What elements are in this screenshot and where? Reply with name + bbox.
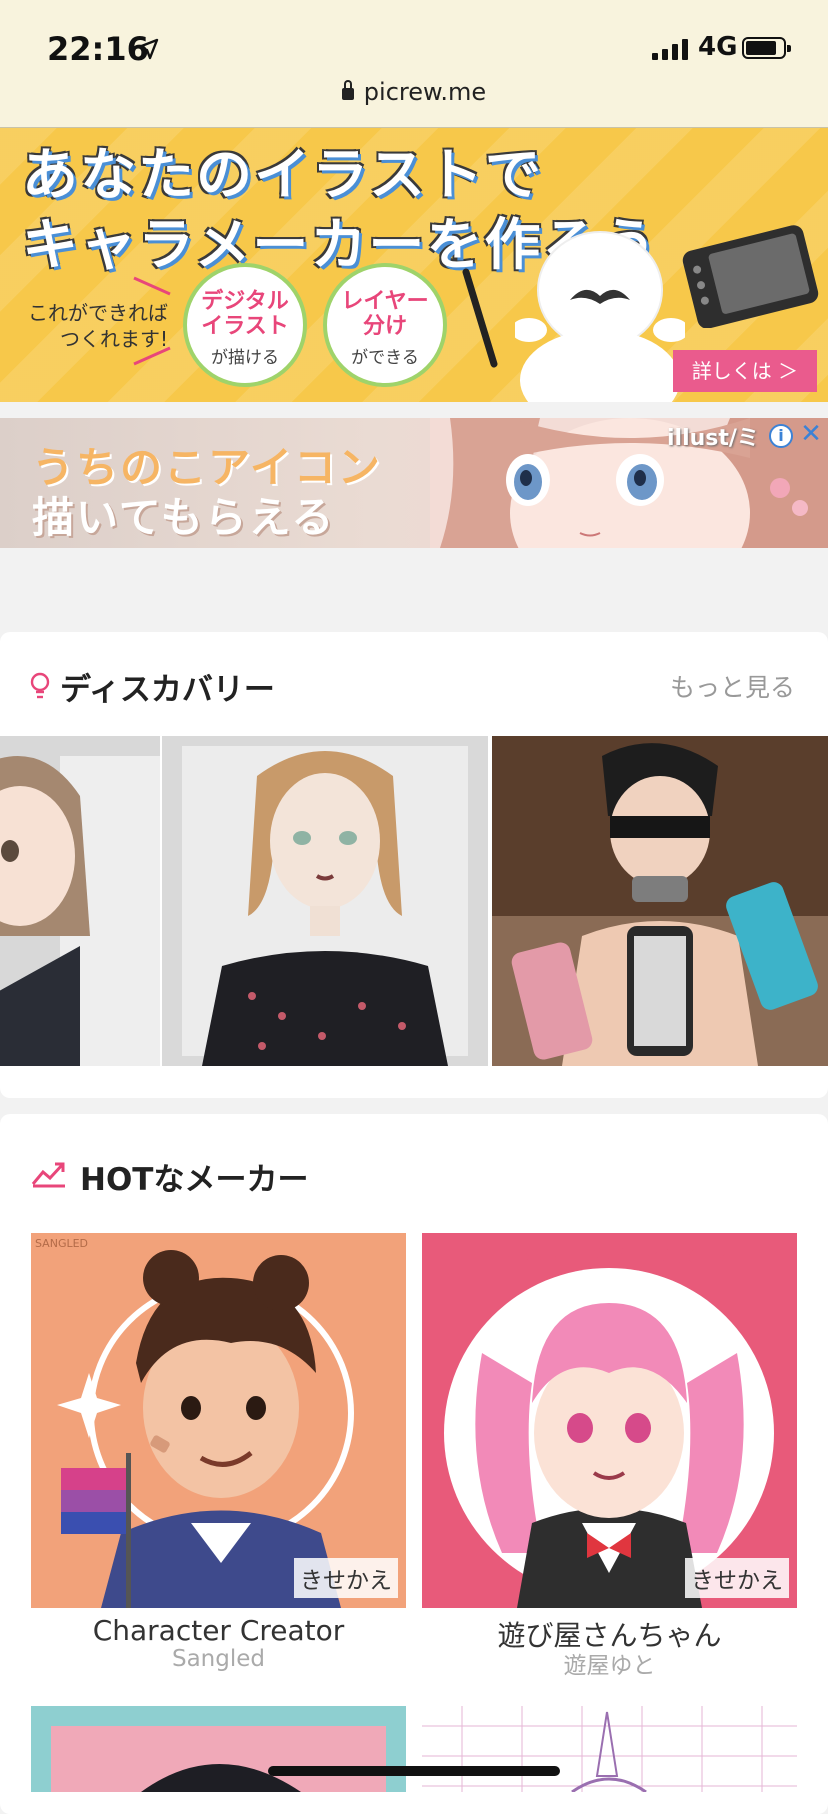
discovery-thumbnail-3[interactable] — [492, 736, 828, 1066]
address-bar[interactable]: picrew.me — [0, 78, 828, 106]
feature-digital-badge: デジタル イラスト が描ける — [183, 263, 307, 387]
browser-top-bar: 22:16 4G picrew.me — [0, 0, 828, 128]
maker-card-4[interactable] — [422, 1706, 797, 1792]
maker-thumbnail: SANGLED — [31, 1233, 406, 1608]
stylus-pen-icon — [462, 268, 498, 368]
home-indicator[interactable] — [268, 1766, 560, 1776]
battery-icon — [742, 37, 791, 59]
art-title-text: FREE ICON MAKER — [502, 1244, 729, 1269]
hot-makers-title: HOTなメーカー — [80, 1162, 309, 1198]
url-text: picrew.me — [363, 78, 487, 106]
discovery-title: ディスカバリー — [60, 672, 275, 708]
trending-chart-icon — [31, 1162, 65, 1188]
feature-layer-label: レイヤー 分け — [341, 289, 429, 339]
discovery-thumbnail-1[interactable] — [0, 736, 160, 1066]
lightbulb-icon — [30, 672, 50, 699]
ad-banner[interactable]: うちのこアイコン 描いてもらえる illust/ミ — [0, 418, 828, 548]
discovery-thumbnail-2[interactable] — [162, 736, 488, 1066]
mascot-illustration — [515, 231, 685, 402]
maker-author[interactable]: 遊屋ゆと — [422, 1646, 797, 1680]
feature-layer-badge: レイヤー 分け ができる — [323, 263, 447, 387]
lock-icon — [341, 80, 354, 100]
promo-banner[interactable]: あなたのイラストで キャラメーカーを作ろう これができれば つくれます! デジタ… — [0, 128, 828, 402]
dress-up-badge: きせかえ — [294, 1558, 398, 1598]
banner-subtext: これができれば つくれます! — [28, 301, 168, 351]
maker-card-1[interactable]: SANGLED きせかえ — [31, 1233, 406, 1608]
maker-thumbnail — [422, 1706, 797, 1792]
network-label: 4G — [698, 32, 738, 62]
ad-info-icon[interactable]: i — [769, 424, 793, 448]
maker-card-2[interactable]: FREE ICON MAKER きせかえ — [422, 1233, 797, 1608]
maker-thumbnail — [31, 1706, 406, 1792]
maker-title[interactable]: Character Creator — [31, 1614, 406, 1647]
status-time: 22:16 — [47, 30, 149, 68]
pen-tablet-icon — [682, 225, 819, 328]
ad-tag: illust/ミ — [667, 426, 759, 451]
dress-up-badge: きせかえ — [685, 1558, 789, 1598]
maker-card-3[interactable] — [31, 1706, 406, 1792]
ad-close-icon[interactable]: ✕ — [797, 420, 825, 448]
ad-headline-2: 描いてもらえる — [32, 493, 336, 542]
maker-thumbnail: FREE ICON MAKER — [422, 1233, 797, 1608]
maker-author[interactable]: Sangled — [31, 1646, 406, 1672]
see-more-link[interactable]: もっと見る — [670, 668, 795, 704]
banner-headline-1: あなたのイラストで — [22, 143, 543, 208]
feature-digital-sub: が描ける — [211, 348, 279, 368]
location-arrow-icon — [137, 38, 159, 60]
signal-icon — [652, 38, 692, 60]
thumbnail-image — [492, 736, 828, 1066]
thumbnail-image — [162, 736, 488, 1066]
thumbnail-image — [0, 736, 160, 1066]
feature-digital-label: デジタル イラスト — [201, 289, 289, 339]
watermark-text: SANGLED — [35, 1237, 88, 1250]
details-button[interactable]: 詳しくは ＞ — [673, 350, 817, 392]
feature-layer-sub: ができる — [351, 348, 419, 368]
